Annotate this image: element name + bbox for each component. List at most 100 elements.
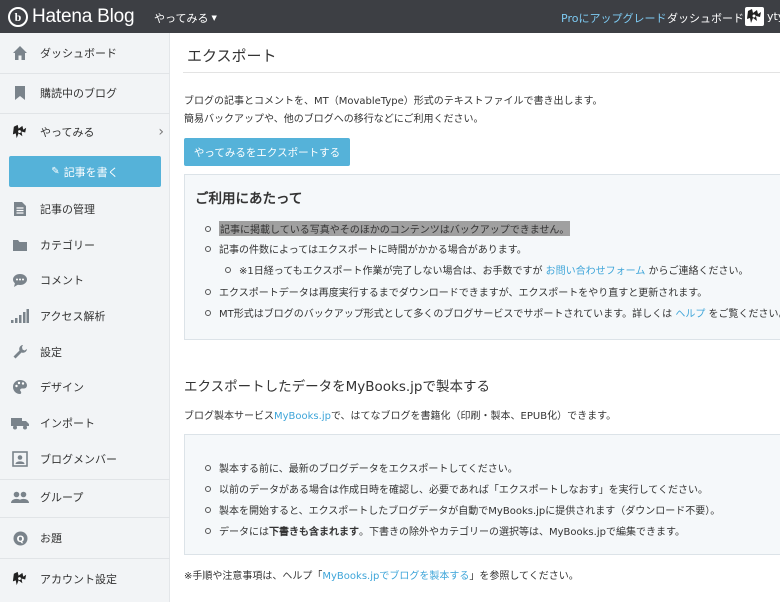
hatena-blog-logo[interactable]: b Hatena Blog: [8, 6, 135, 28]
mybooks-link[interactable]: MyBooks.jp: [274, 411, 331, 422]
edit-icon: ✎: [51, 166, 60, 177]
list-item-text: エクスポートデータは再度実行するまでダウンロードできますが、エクスポートをやり直…: [219, 288, 708, 299]
bullet-icon: [205, 485, 211, 492]
document-icon: [11, 200, 29, 218]
divider: [183, 72, 780, 73]
mybooks-section-title: エクスポートしたデータをMyBooks.jpで製本する: [184, 379, 490, 395]
page-title: エクスポート: [187, 47, 277, 65]
sidebar-item-label: 設定: [40, 346, 62, 359]
list-item-text: をご覧ください。: [708, 309, 780, 320]
list-item-text: データには: [219, 527, 269, 538]
pro-upgrade-link[interactable]: Proにアップグレード: [561, 10, 666, 26]
bullet-icon: [205, 288, 211, 295]
list-item: ※1日経ってもエクスポート作業が完了しない場合は、お手数ですが お問い合わせフォ…: [225, 262, 749, 277]
list-item-text: ※1日経ってもエクスポート作業が完了しない場合は、お手数ですが: [239, 266, 543, 277]
sidebar-item-label: アカウント設定: [40, 573, 117, 586]
divider: [0, 558, 170, 559]
sidebar-item-design[interactable]: デザイン: [0, 369, 170, 405]
list-item-text: からご連絡ください。: [648, 266, 749, 277]
dashboard-link[interactable]: ダッシュボード: [667, 10, 744, 26]
sidebar-item-odai[interactable]: Q お題: [0, 520, 170, 556]
sidebar-item-reading[interactable]: 購読中のブログ: [0, 75, 170, 111]
description-text: ブログ製本サービス: [184, 411, 274, 422]
caret-down-icon: ▼: [211, 14, 217, 22]
sidebar-item-label: インポート: [40, 417, 95, 430]
list-item: 記事に掲載している写真やそのほかのコンテンツはバックアップできません。: [205, 221, 571, 236]
top-bar: b Hatena Blog やってみる ▼ Proにアップグレード ダッシュボード…: [0, 0, 780, 33]
sidebar-item-comment[interactable]: コメント: [0, 262, 170, 298]
description-line: ブログの記事とコメントを、MT（MovableType）形式のテキストファイルで…: [184, 96, 603, 107]
user-name[interactable]: ytyaru: [767, 10, 780, 23]
sidebar-item-members[interactable]: ブログメンバー: [0, 441, 170, 477]
group-icon: [11, 488, 29, 506]
logo-mark: b: [8, 7, 28, 27]
sidebar-item-label: カテゴリー: [40, 239, 95, 252]
contact-form-link[interactable]: お問い合わせフォーム: [546, 262, 646, 277]
blog-switcher-label: やってみる: [154, 12, 209, 25]
mybooks-notice-box: 製本する前に、最新のブログデータをエクスポートしてください。 以前のデータがある…: [184, 434, 780, 555]
comment-icon: [11, 271, 29, 289]
write-article-label: 記事を書く: [63, 165, 119, 179]
list-item-text: 製本する前に、最新のブログデータをエクスポートしてください。: [219, 464, 518, 475]
bullet-icon: [205, 464, 211, 471]
svg-text:Q: Q: [16, 535, 24, 545]
bullet-icon: [205, 225, 211, 232]
blog-switcher[interactable]: やってみる ▼: [154, 10, 217, 26]
sidebar-item-label: グループ: [40, 491, 84, 504]
logo-text: Hatena Blog: [32, 6, 135, 27]
list-item: 製本する前に、最新のブログデータをエクスポートしてください。: [205, 460, 518, 475]
sidebar-item-account[interactable]: アカウント設定: [0, 561, 170, 597]
mybooks-description: ブログ製本サービスMyBooks.jpで、はてなブログを書籍化（印刷・製本、EP…: [184, 407, 616, 422]
account-avatar-icon: [11, 570, 29, 588]
sidebar-item-dashboard[interactable]: ダッシュボード: [0, 35, 170, 71]
list-item: 製本を開始すると、エクスポートしたブログデータが自動でMyBooks.jpに提供…: [205, 502, 720, 517]
sidebar-item-label: アクセス解析: [40, 310, 106, 323]
notice-heading: ご利用にあたって: [195, 191, 303, 207]
list-item: 記事の件数によってはエクスポートに時間がかかる場合があります。: [205, 241, 527, 256]
list-item-text: 記事の件数によってはエクスポートに時間がかかる場合があります。: [219, 245, 527, 256]
help-link[interactable]: ヘルプ: [675, 305, 705, 320]
footnote-text: 」を参照してください。: [469, 571, 579, 582]
palette-icon: [11, 378, 29, 396]
footnote-text: ※手順や注意事項は、ヘルプ「: [184, 571, 323, 582]
divider: [0, 73, 170, 74]
export-description: ブログの記事とコメントを、MT（MovableType）形式のテキストファイルで…: [184, 93, 774, 129]
list-item-text: 。下書きの除外やカテゴリーの選択等は、MyBooks.jpで編集できます。: [359, 527, 685, 538]
export-button[interactable]: やってみるをエクスポートする: [184, 138, 350, 166]
list-item: エクスポートデータは再度実行するまでダウンロードできますが、エクスポートをやり直…: [205, 284, 707, 299]
sidebar-item-label: 購読中のブログ: [40, 87, 117, 100]
sidebar-item-category[interactable]: カテゴリー: [0, 227, 170, 263]
sidebar-item-label: ダッシュボード: [40, 47, 117, 60]
user-avatar[interactable]: [745, 7, 764, 26]
divider: [0, 517, 170, 518]
sidebar-item-access[interactable]: アクセス解析: [0, 298, 170, 334]
list-item-text: MT形式はブログのバックアップ形式として多くのブログサービスでサポートされていま…: [219, 309, 673, 320]
list-item: データには 下書きも含まれます 。下書きの除外やカテゴリーの選択等は、MyBooks…: [205, 523, 685, 538]
bullet-icon: [205, 245, 211, 252]
odai-icon: Q: [11, 529, 29, 547]
write-article-button[interactable]: ✎ 記事を書く: [9, 156, 161, 187]
bold-text: 下書きも含まれます: [269, 527, 359, 538]
member-card-icon: [11, 450, 29, 468]
sidebar-item-import[interactable]: インポート: [0, 405, 170, 441]
chevron-right-icon: ›: [158, 124, 164, 140]
bookmark-icon: [11, 84, 29, 102]
bar-chart-icon: [11, 307, 29, 325]
bullet-icon: [205, 527, 211, 534]
mybooks-help-link[interactable]: MyBooks.jpでブログを製本する: [322, 571, 469, 582]
sidebar-item-label: 記事の管理: [40, 203, 95, 216]
sidebar-item-manage[interactable]: 記事の管理: [0, 191, 170, 227]
main-content: エクスポート ブログの記事とコメントを、MT（MovableType）形式のテキ…: [171, 33, 780, 602]
folder-icon: [11, 236, 29, 254]
description-line: 簡易バックアップや、他のブログへの移行などにご利用ください。: [184, 114, 484, 125]
sidebar-item-settings[interactable]: 設定: [0, 334, 170, 370]
list-item-text: 製本を開始すると、エクスポートしたブログデータが自動でMyBooks.jpに提供…: [219, 506, 721, 517]
sidebar-item-group[interactable]: グループ: [0, 479, 170, 515]
list-item: 以前のデータがある場合は作成日時を確認し、必要であれば「エクスポートしなおす」を…: [205, 481, 708, 496]
sidebar-item-blog[interactable]: やってみる ›: [0, 114, 170, 150]
blog-avatar-icon: [11, 123, 29, 141]
description-text: で、はてなブログを書籍化（印刷・製本、EPUB化）できます。: [330, 411, 617, 422]
sidebar-item-label: デザイン: [40, 381, 84, 394]
home-icon: [11, 44, 29, 62]
sidebar-item-label: コメント: [40, 274, 84, 287]
